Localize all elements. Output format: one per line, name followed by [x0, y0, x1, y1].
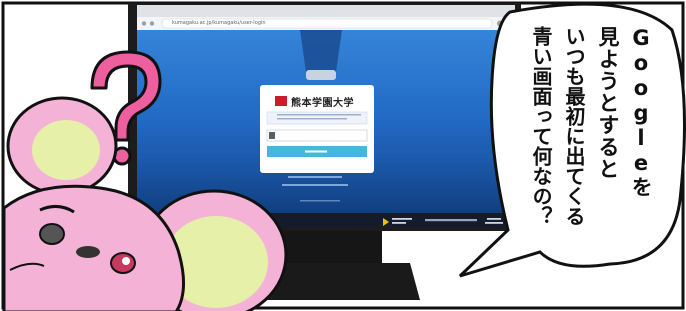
footer-copyright	[300, 200, 340, 202]
notice-line	[277, 114, 361, 116]
clock	[487, 218, 501, 220]
footer-link	[288, 176, 342, 178]
badge-clip	[306, 70, 336, 80]
mouse-eye-highlight	[122, 257, 130, 265]
mouse-nose	[76, 246, 100, 258]
bubble-line-3: いつも最初に出てくる	[562, 26, 586, 226]
user-icon	[269, 132, 275, 139]
date	[485, 222, 503, 224]
notice-line	[277, 118, 347, 120]
username-input	[266, 129, 368, 142]
taskbar-text	[392, 218, 412, 220]
reload-icon	[149, 21, 155, 26]
browser-tab-strip	[137, 5, 515, 17]
login-button-label	[305, 150, 327, 153]
university-logo-mark	[275, 96, 287, 106]
footer-link	[282, 184, 348, 186]
lanyard	[300, 30, 342, 72]
system-tray	[425, 219, 477, 222]
bubble-line-1: Googleを	[629, 26, 653, 198]
bubble-line-4: 青い画面って何なの？	[529, 26, 553, 226]
address-bar-text[interactable]: kumagaku.ac.jp/kumagaku/user-login	[172, 19, 265, 28]
back-icon	[141, 21, 147, 26]
comic-panel: 熊本学園大学 kumagaku.ac.jp/kumagaku/user-logi…	[0, 0, 686, 311]
mouse-left-ear-inner	[32, 120, 100, 180]
university-name: 熊本学園大学	[291, 98, 354, 109]
bubble-line-2: 見ようとすると	[596, 26, 620, 180]
taskbar-text	[392, 222, 406, 224]
mouse-eye-left	[39, 223, 65, 245]
